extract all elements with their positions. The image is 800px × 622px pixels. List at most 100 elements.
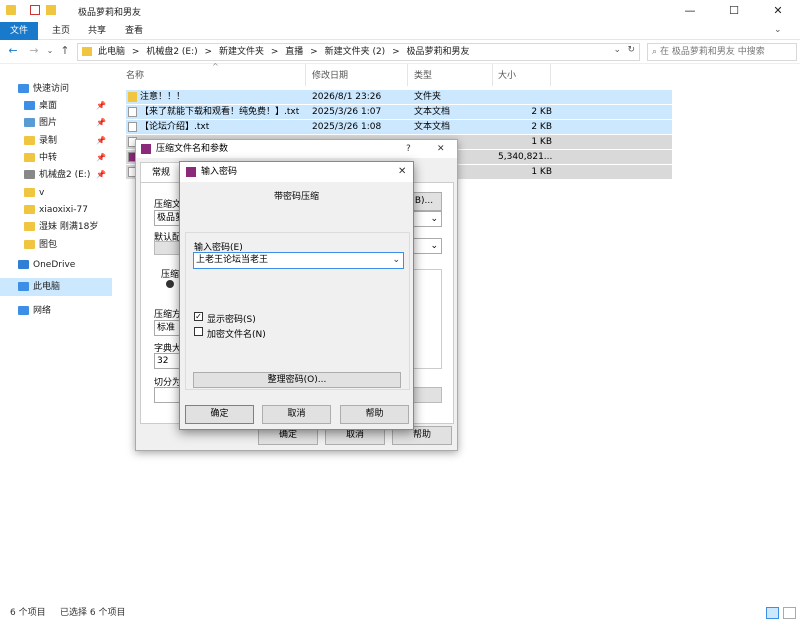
crumb-current[interactable]: 极品萝莉和男友 <box>407 47 470 57</box>
nav-item[interactable]: 中转 📌 <box>0 149 112 167</box>
encrypt-names-checkbox[interactable] <box>194 327 203 336</box>
nav-item[interactable]: xiaoxixi-77 <box>0 201 112 219</box>
tab-general[interactable]: 常规 <box>140 162 182 182</box>
crumb-separator[interactable]: > <box>392 47 400 57</box>
ok-button[interactable]: 确定 <box>185 405 254 424</box>
file-size: 1 KB <box>531 167 552 177</box>
file-date: 2025/3/26 1:08 <box>312 122 382 132</box>
encrypt-names-label[interactable]: 加密文件名(N) <box>207 327 266 340</box>
recent-chevron-icon[interactable]: ⌄ <box>43 44 57 58</box>
crumb-separator[interactable]: > <box>271 47 279 57</box>
file-row[interactable]: 注意！！！ 2026/8/1 23:26 文件夹 <box>126 90 672 104</box>
column-header-type[interactable]: 类型 <box>414 68 432 81</box>
properties-icon[interactable] <box>30 5 40 15</box>
text-file-icon <box>128 107 137 117</box>
pin-icon: 📌 <box>96 170 106 179</box>
folder-icon <box>24 136 35 145</box>
dialog-title: 压缩文件名和参数 <box>156 144 229 154</box>
nav-item[interactable]: v <box>0 184 112 202</box>
cloud-icon <box>18 260 29 269</box>
up-icon[interactable]: ↑ <box>58 44 72 58</box>
column-divider[interactable] <box>550 64 551 86</box>
nav-item[interactable]: 图包 <box>0 236 112 254</box>
folder-icon <box>24 222 35 231</box>
nav-item[interactable]: 桌面 📌 <box>0 97 112 115</box>
crumb-separator[interactable]: > <box>205 47 213 57</box>
nav-item-label: xiaoxixi-77 <box>39 205 88 215</box>
show-password-checkbox[interactable]: ✓ <box>194 312 203 321</box>
navigation-pane: 快速访问 桌面 📌 图片 📌 录制 📌 中转 📌 机械盘2 (E:) 📌 v xiaoxixi-77 湿妹… <box>0 64 112 600</box>
tab-file[interactable]: 文件 <box>0 22 38 40</box>
text-file-icon <box>128 122 137 132</box>
nav-item[interactable]: 图片 📌 <box>0 114 112 132</box>
nav-item-label: 机械盘2 (E:) <box>39 170 91 180</box>
tab-view[interactable]: 查看 <box>117 22 151 40</box>
ribbon-expand-icon[interactable]: ⌄ <box>774 25 782 35</box>
column-divider[interactable] <box>305 64 306 86</box>
dialog-heading: 带密码压缩 <box>273 192 319 202</box>
crumb-drive[interactable]: 机械盘2 (E:) <box>146 47 197 57</box>
crumb-separator[interactable]: > <box>310 47 318 57</box>
file-name: 注意！！！ <box>140 92 186 102</box>
crumb-folder-2[interactable]: 直播 <box>285 47 303 57</box>
crumb-this-pc[interactable]: 此电脑 <box>98 47 125 57</box>
nav-item[interactable]: 此电脑 <box>0 278 112 296</box>
help-button[interactable]: 帮助 <box>340 405 409 424</box>
column-header-name[interactable]: 名称 <box>126 68 144 81</box>
status-bar: 6 个项目 已选择 6 个项目 <box>0 604 800 622</box>
nav-item[interactable]: 机械盘2 (E:) 📌 <box>0 166 112 184</box>
address-box[interactable]: 此电脑 > 机械盘2 (E:) > 新建文件夹 > 直播 > 新建文件夹 (2)… <box>77 43 640 61</box>
nav-item[interactable]: OneDrive <box>0 256 112 274</box>
crumb-folder-1[interactable]: 新建文件夹 <box>219 47 264 57</box>
password-dialog: 输入密码 ✕ 带密码压缩 输入密码(E) 上老王论坛当老王 ⌄ ✓ 显示密码(S… <box>179 161 414 430</box>
organize-passwords-button[interactable]: 整理密码(O)... <box>193 372 401 388</box>
back-icon[interactable]: ← <box>6 44 20 58</box>
column-header-date[interactable]: 修改日期 <box>312 68 348 81</box>
crumb-separator[interactable]: > <box>132 47 140 57</box>
nav-item[interactable]: 湿妹 刚满18岁 <box>0 218 112 236</box>
search-input[interactable]: ⌕ 在 极品萝莉和男友 中搜索 <box>647 43 797 61</box>
large-icons-view-icon[interactable] <box>783 607 796 619</box>
pin-icon: 📌 <box>96 101 106 110</box>
crumb-folder-3[interactable]: 新建文件夹 (2) <box>325 47 386 57</box>
forward-icon[interactable]: → <box>27 44 41 58</box>
format-radio[interactable] <box>166 280 174 288</box>
tab-home[interactable]: 主页 <box>44 22 78 40</box>
nav-item[interactable]: 录制 📌 <box>0 132 112 150</box>
refresh-icon[interactable]: ↻ <box>627 45 635 55</box>
winrar-icon <box>141 144 151 154</box>
chevron-down-icon[interactable]: ⌄ <box>392 253 400 268</box>
nav-item-label: OneDrive <box>33 260 76 270</box>
star-icon <box>18 84 29 93</box>
folder-icon <box>82 47 92 56</box>
nav-item[interactable]: 快速访问 <box>0 80 112 98</box>
new-folder-icon[interactable] <box>46 5 56 15</box>
minimize-button[interactable]: — <box>668 0 712 22</box>
password-value: 上老王论坛当老王 <box>196 255 269 265</box>
tab-share[interactable]: 共享 <box>80 22 114 40</box>
help-icon[interactable]: ? <box>406 140 411 158</box>
column-header-size[interactable]: 大小 <box>498 68 516 81</box>
nav-item-label: 湿妹 刚满18岁 <box>39 222 99 232</box>
cancel-button[interactable]: 取消 <box>262 405 331 424</box>
maximize-button[interactable]: ☐ <box>712 0 756 22</box>
close-button[interactable]: ✕ <box>756 0 800 22</box>
close-icon[interactable]: ✕ <box>437 140 445 158</box>
show-password-label[interactable]: 显示密码(S) <box>207 312 256 325</box>
file-date: 2025/3/26 1:07 <box>312 107 382 117</box>
address-dropdown-icon[interactable]: ⌄ <box>613 45 621 55</box>
details-view-icon[interactable] <box>766 607 779 619</box>
network-icon <box>18 306 29 315</box>
password-input[interactable]: 上老王论坛当老王 ⌄ <box>193 252 404 269</box>
nav-item[interactable]: 网络 <box>0 302 112 320</box>
nav-item-label: 录制 <box>39 136 58 146</box>
close-icon[interactable]: ✕ <box>398 162 406 182</box>
sort-ascending-icon: ^ <box>212 62 219 71</box>
file-row[interactable]: 【来了就能下载和观看！纯免费！】.txt 2025/3/26 1:07 文本文档 2 … <box>126 105 672 119</box>
column-divider[interactable] <box>407 64 408 86</box>
selected-count: 已选择 6 个项目 <box>60 608 126 618</box>
file-row[interactable]: 【论坛介绍】.txt 2025/3/26 1:08 文本文档 2 KB <box>126 120 672 134</box>
column-divider[interactable] <box>492 64 493 86</box>
nav-item-label: 网络 <box>33 306 52 316</box>
folder-icon <box>24 153 35 162</box>
